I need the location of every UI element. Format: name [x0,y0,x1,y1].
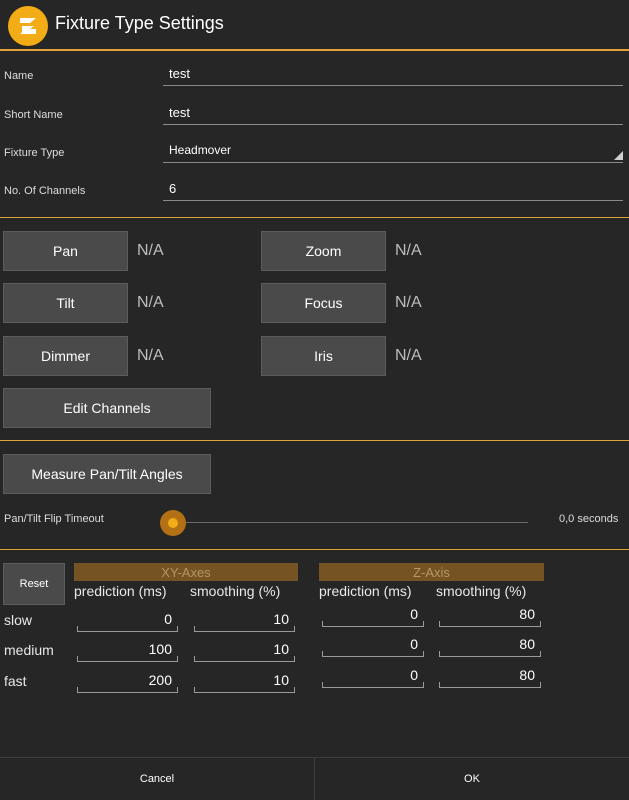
z-axis-header: Z-Axis [319,563,544,581]
z-prediction-header: prediction (ms) [319,583,412,599]
row-label-medium: medium [4,642,54,658]
z-smoothing-fast[interactable]: 80 [439,666,541,688]
dropdown-arrow-icon [614,151,623,160]
xy-smoothing-fast[interactable]: 10 [194,671,295,693]
ok-button[interactable]: OK [315,758,629,800]
z-smoothing-slow[interactable]: 80 [439,605,541,627]
fixture-type-label: Fixture Type [4,147,65,159]
channels-count-value: 6 [169,181,177,196]
channels-count-field[interactable]: 6 [163,178,623,201]
xy-prediction-fast[interactable]: 200 [77,671,178,693]
short-name-field[interactable]: test [163,102,623,125]
dimmer-value: N/A [137,347,164,364]
flip-timeout-slider[interactable] [174,522,528,523]
cancel-button[interactable]: Cancel [0,758,314,800]
fixture-type-value: Headmover [169,143,232,157]
xy-smoothing-slow[interactable]: 10 [194,610,295,632]
z-smoothing-medium[interactable]: 80 [439,635,541,657]
flip-timeout-label: Pan/Tilt Flip Timeout [4,513,104,525]
reset-button[interactable]: Reset [3,563,65,605]
name-value: test [169,66,190,81]
tilt-value: N/A [137,294,164,311]
section-divider-1 [0,217,629,218]
xy-prediction-header: prediction (ms) [74,583,167,599]
z-prediction-fast[interactable]: 0 [322,666,424,688]
name-field[interactable]: test [163,63,623,86]
row-label-slow: slow [4,612,33,628]
flip-timeout-value: 0,0 seconds [559,513,619,525]
title-divider [0,49,629,51]
focus-value: N/A [395,294,422,311]
focus-button[interactable]: Focus [261,283,386,323]
pan-button[interactable]: Pan [3,231,128,271]
fixture-type-select[interactable]: Headmover [163,140,623,163]
short-name-value: test [169,105,190,120]
xy-smoothing-header: smoothing (%) [190,583,281,599]
zoom-value: N/A [395,242,422,259]
xy-smoothing-medium[interactable]: 10 [194,640,295,662]
channels-count-label: No. Of Channels [4,185,86,197]
section-divider-3 [0,549,629,550]
row-label-fast: fast [4,673,27,689]
flip-timeout-slider-thumb[interactable] [160,510,186,536]
iris-value: N/A [395,347,422,364]
measure-angles-button[interactable]: Measure Pan/Tilt Angles [3,454,211,494]
dialog-title: Fixture Type Settings [55,13,224,33]
iris-button[interactable]: Iris [261,336,386,376]
z-smoothing-header: smoothing (%) [436,583,527,599]
z-prediction-slow[interactable]: 0 [322,605,424,627]
xy-axes-header: XY-Axes [74,563,298,581]
section-divider-2 [0,440,629,441]
dimmer-button[interactable]: Dimmer [3,336,128,376]
pan-value: N/A [137,242,164,259]
tilt-button[interactable]: Tilt [3,283,128,323]
app-logo [8,6,48,46]
zoom-button[interactable]: Zoom [261,231,386,271]
z-prediction-medium[interactable]: 0 [322,635,424,657]
xy-prediction-medium[interactable]: 100 [77,640,178,662]
name-label: Name [4,70,34,82]
edit-channels-button[interactable]: Edit Channels [3,388,211,428]
xy-prediction-slow[interactable]: 0 [77,610,178,632]
short-name-label: Short Name [4,109,63,121]
